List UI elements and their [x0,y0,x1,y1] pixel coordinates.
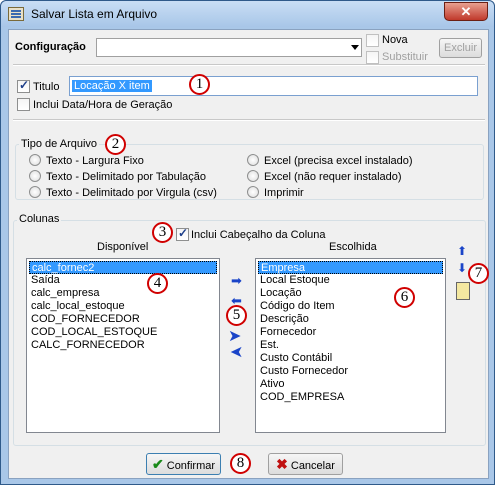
radio-imprimir[interactable] [247,186,259,198]
list-item[interactable]: Est. [258,339,279,352]
app-icon [8,7,24,21]
cancelar-button[interactable]: ✖ Cancelar [268,453,343,475]
list-item[interactable]: CALC_FORNECEDOR [29,339,145,352]
window-title: Salvar Lista em Arquivo [31,7,158,21]
radio-excel-instalado[interactable] [247,154,259,166]
callout-badge: 8 [230,453,251,474]
titulo-input-value: Locação X item [72,80,152,92]
escolhida-list[interactable]: Empresa Local Estoque Locação Código do … [255,258,446,433]
callout-badge: 2 [105,134,126,155]
dialog-body: Configuração Nova Substituir Excluir Tit… [8,29,489,479]
radio-texto-largura-fixo[interactable] [29,154,41,166]
list-item[interactable]: COD_EMPRESA [258,391,344,404]
confirmar-label: Confirmar [166,460,216,472]
include-header-label: Inclui Cabeçalho da Coluna [191,229,326,241]
callout-badge: 6 [394,287,415,308]
disponivel-label: Disponível [97,241,149,253]
move-all-left-icon[interactable]: ➤ [230,344,243,361]
titulo-label: Titulo [33,81,60,93]
confirmar-button[interactable]: ✔ Confirmar [146,453,221,475]
divider [13,64,485,66]
nova-label: Nova [382,34,408,46]
list-item[interactable]: Código do Item [258,300,335,313]
title-bar[interactable]: Salvar Lista em Arquivo ✕ [1,1,494,27]
radio-label: Excel (não requer instalado) [264,171,402,183]
chevron-down-icon [351,45,359,50]
radio-label: Texto - Largura Fixo [46,155,144,167]
list-item[interactable]: calc_empresa [29,287,99,300]
list-item[interactable]: calc_local_estoque [29,300,125,313]
substituir-checkbox[interactable] [366,51,379,64]
list-item[interactable]: Locação [258,287,302,300]
radio-label: Texto - Delimitado por Tabulação [46,171,206,183]
list-item[interactable]: COD_FORNECEDOR [29,313,140,326]
include-date-checkbox[interactable] [17,98,30,111]
callout-badge: 3 [152,222,173,243]
radio-excel-nao-requer[interactable] [247,170,259,182]
config-select[interactable] [96,38,362,57]
substituir-label: Substituir [382,51,428,63]
radio-label: Excel (precisa excel instalado) [264,155,413,167]
dialog-window: Salvar Lista em Arquivo ✕ Configuração N… [0,0,495,485]
close-button[interactable]: ✕ [444,2,488,21]
move-up-icon[interactable]: ⬆ [457,245,467,258]
list-item[interactable]: Saída [29,274,60,287]
divider [13,119,485,121]
radio-texto-tabulacao[interactable] [29,170,41,182]
config-label: Configuração [15,41,86,53]
list-item[interactable]: Fornecedor [258,326,316,339]
move-down-icon[interactable]: ⬇ [457,262,467,275]
callout-badge: 1 [189,74,210,95]
tipo-arquivo-label: Tipo de Arquivo [19,138,100,150]
cancelar-label: Cancelar [290,460,335,472]
list-item[interactable]: Descrição [258,313,309,326]
list-item[interactable]: Custo Contábil [258,352,332,365]
check-icon: ✔ [151,456,164,472]
include-header-checkbox[interactable] [176,226,189,241]
list-item[interactable]: calc_fornec2 [29,261,217,274]
nova-checkbox[interactable] [366,34,379,47]
radio-label: Imprimir [264,187,304,199]
cancel-icon: ✖ [276,456,288,472]
move-right-icon[interactable]: ➡ [231,274,242,287]
sort-icon[interactable] [456,282,470,300]
excluir-button[interactable]: Excluir [439,38,482,58]
callout-badge: 4 [147,273,168,294]
radio-label: Texto - Delimitado por Virgula (csv) [46,187,217,199]
callout-badge: 5 [226,305,247,326]
list-item[interactable]: COD_LOCAL_ESTOQUE [29,326,157,339]
escolhida-label: Escolhida [329,241,377,253]
disponivel-list[interactable]: calc_fornec2 Saída calc_empresa calc_loc… [26,258,220,433]
move-all-right-icon[interactable]: ➤ [228,329,241,345]
list-item[interactable]: Ativo [258,378,284,391]
list-item[interactable]: Local Estoque [258,274,330,287]
callout-badge: 7 [468,263,489,284]
radio-texto-csv[interactable] [29,186,41,198]
list-item[interactable]: Custo Fornecedor [258,365,348,378]
colunas-label: Colunas [17,213,62,225]
include-date-label: Inclui Data/Hora de Geração [33,99,173,111]
titulo-checkbox[interactable] [17,78,30,93]
list-item[interactable]: Empresa [258,261,443,274]
titulo-input[interactable]: Locação X item [69,76,478,96]
